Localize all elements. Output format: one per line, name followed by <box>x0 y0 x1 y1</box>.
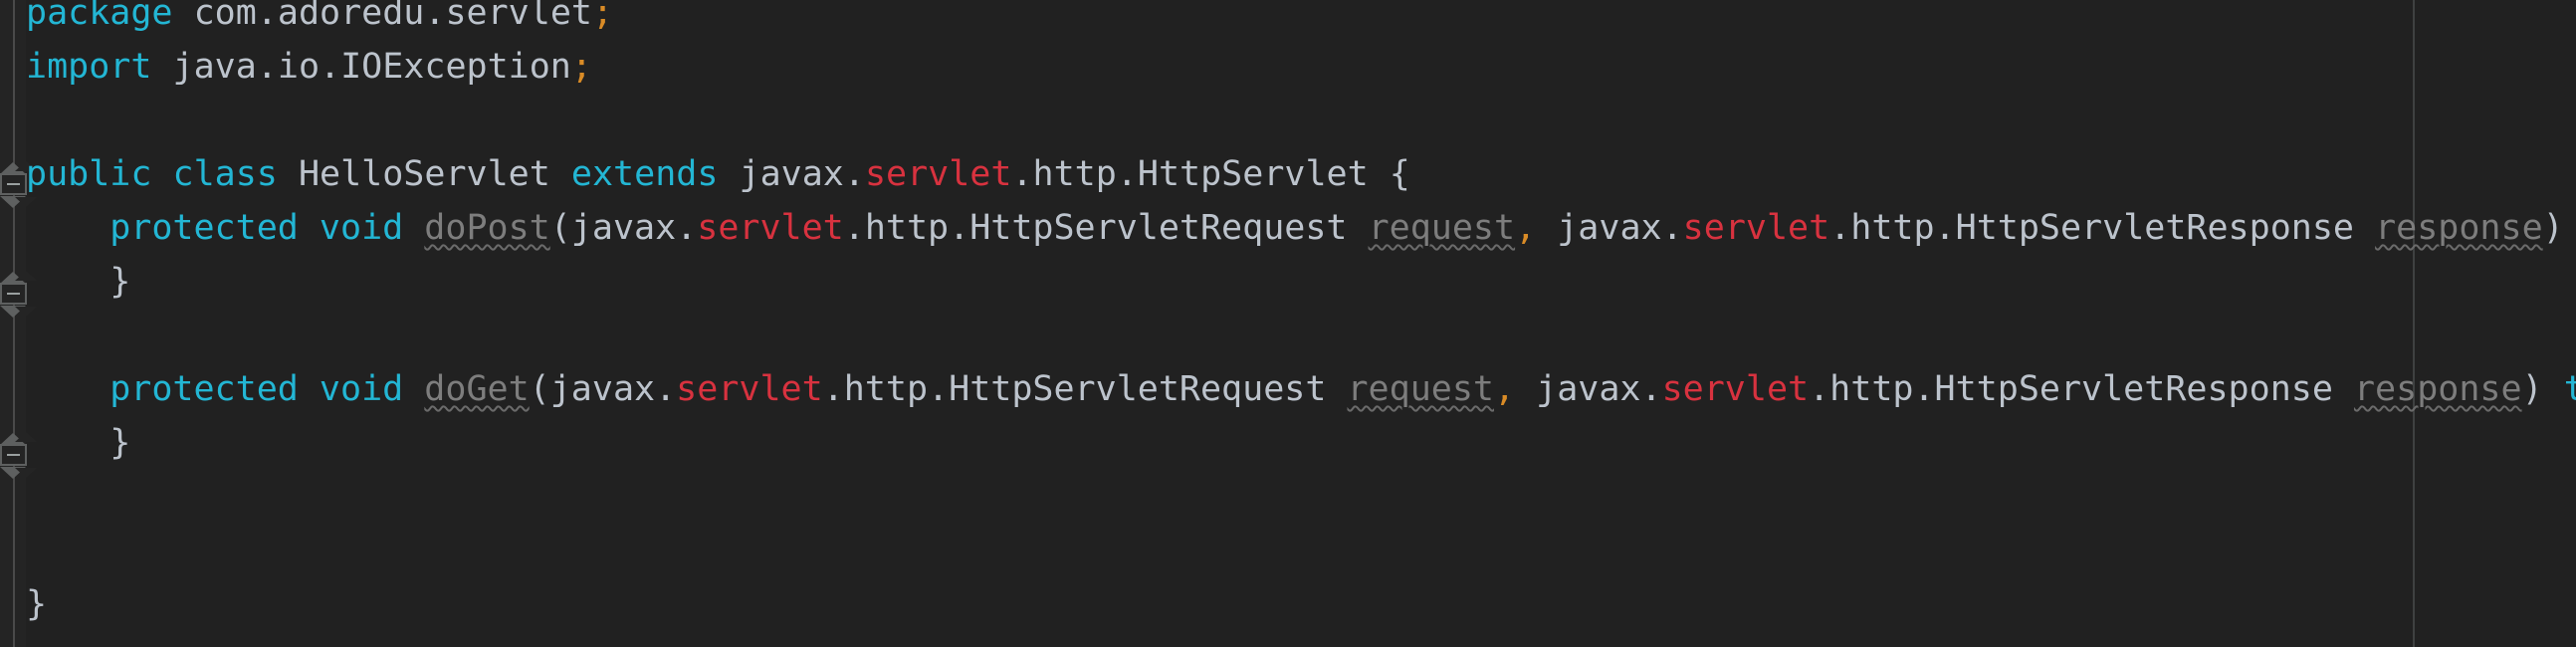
fold-tail-icon <box>0 467 37 479</box>
code-token-brace: } <box>109 262 131 302</box>
code-token-id <box>403 208 424 248</box>
code-line[interactable]: } <box>26 577 47 631</box>
code-token-id <box>2564 208 2576 248</box>
code-token-id <box>299 208 320 248</box>
code-line[interactable]: import java.io.IOException; <box>26 40 592 94</box>
code-token-id: .http.HttpServletResponse <box>1829 208 2376 248</box>
code-token-id: (javax. <box>529 369 677 409</box>
fold-tail-icon <box>0 196 37 208</box>
grayed-identifier: response <box>2375 208 2543 248</box>
code-token-brace: } <box>26 584 48 624</box>
fold-marker-class[interactable] <box>0 432 37 479</box>
code-token-id <box>550 154 571 194</box>
code-token-id: ) <box>2542 208 2564 248</box>
grayed-identifier: doPost <box>424 208 550 248</box>
code-token-id <box>151 47 172 87</box>
code-token-id <box>278 154 299 194</box>
code-line[interactable]: } <box>26 255 130 309</box>
code-token-id: javax. <box>1536 208 1683 248</box>
code-token-punc: , <box>1515 208 1537 248</box>
code-token-id: (javax. <box>549 208 698 248</box>
code-line[interactable]: package com.adoredu.servlet; <box>26 0 613 40</box>
code-token-kw: protected <box>109 369 299 409</box>
grayed-identifier: response <box>2353 369 2522 409</box>
grayed-identifier: doGet <box>424 369 530 409</box>
code-token-kw: protected <box>109 208 299 248</box>
code-token-err: servlet <box>1682 208 1830 248</box>
code-token-punc: ; <box>570 47 592 87</box>
fold-marker-doGet[interactable] <box>0 271 37 318</box>
code-token-err: servlet <box>1661 369 1810 409</box>
code-token-id: HelloServlet <box>298 154 550 194</box>
grayed-identifier: request <box>1347 369 1494 409</box>
code-token-kw: package <box>26 0 173 33</box>
code-token-kw: import <box>26 47 152 87</box>
code-editor[interactable]: package com.adoredu.servlet; import java.… <box>0 0 2576 647</box>
code-token-err: servlet <box>697 208 844 248</box>
minus-icon <box>7 454 20 456</box>
code-token-id <box>299 369 320 409</box>
fold-rail <box>13 0 15 647</box>
code-token-kw: public <box>26 154 152 194</box>
code-token-id: .http.HttpServlet { <box>1011 154 1410 194</box>
code-token-kw: void <box>319 208 404 248</box>
code-text-area[interactable]: package com.adoredu.servlet; import java.… <box>26 0 2576 647</box>
code-token-id: .http.HttpServletRequest <box>843 208 1369 248</box>
code-token-kw: class <box>172 154 278 194</box>
code-token-kw: throws <box>2563 369 2576 409</box>
code-token-id: .http.HttpServletResponse <box>1809 369 2354 409</box>
minus-icon <box>7 293 20 295</box>
code-token-err: servlet <box>864 154 1012 194</box>
fold-marker-doPost[interactable] <box>0 161 37 208</box>
code-token-id: .http.HttpServletRequest <box>822 369 1348 409</box>
code-token-brace: } <box>109 423 131 463</box>
code-token-id: com.adoredu.servlet <box>193 0 592 33</box>
code-token-kw: void <box>319 369 404 409</box>
code-token-punc: ; <box>591 0 614 33</box>
code-token-id <box>718 154 739 194</box>
code-line[interactable]: protected void doPost(javax.servlet.http… <box>26 201 2576 255</box>
code-token-err: servlet <box>676 369 823 409</box>
grayed-identifier: request <box>1368 208 1516 248</box>
code-token-id: javax. <box>1515 369 1662 409</box>
code-line[interactable]: } <box>26 416 130 470</box>
code-token-id <box>403 369 424 409</box>
minus-icon <box>7 183 20 185</box>
fold-tail-icon <box>0 306 37 318</box>
code-token-id: javax. <box>739 154 865 194</box>
code-token-id <box>2543 369 2564 409</box>
code-token-punc: , <box>1494 369 1516 409</box>
code-line[interactable]: public class HelloServlet extends javax.… <box>26 147 1410 201</box>
editor-gutter[interactable] <box>0 0 37 647</box>
code-line[interactable]: protected void doGet(javax.servlet.http.… <box>26 362 2576 416</box>
code-token-kw: extends <box>570 154 719 194</box>
code-token-id <box>151 154 172 194</box>
code-token-id: java.io.IOException <box>172 47 571 87</box>
code-token-id: ) <box>2521 369 2543 409</box>
code-token-id <box>173 0 194 33</box>
